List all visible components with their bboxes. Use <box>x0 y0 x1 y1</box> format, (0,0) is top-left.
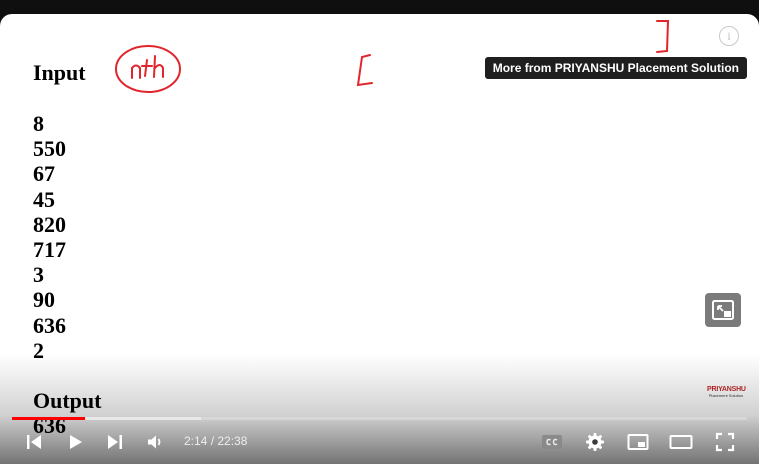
settings-button[interactable] <box>579 426 611 458</box>
list-item: 90 <box>33 287 55 313</box>
nth-annotation <box>115 45 181 93</box>
settings-icon <box>586 433 604 451</box>
fullscreen-icon <box>715 432 735 452</box>
list-item: 550 <box>33 136 66 162</box>
captions-button[interactable] <box>536 426 568 458</box>
channel-name: PRIYANSHU <box>707 386 746 393</box>
theater-icon <box>669 435 693 449</box>
next-icon <box>108 435 122 449</box>
more-from-channel-card[interactable]: More from PRIYANSHU Placement Solution <box>484 57 747 79</box>
miniplayer-button[interactable] <box>622 426 654 458</box>
mute-button[interactable] <box>139 426 171 458</box>
open-bracket-annotation <box>356 54 373 87</box>
list-item: 636 <box>33 312 66 338</box>
played-bar <box>12 417 85 420</box>
list-item: 8 <box>33 111 44 136</box>
output-heading: Output <box>33 388 102 413</box>
expand-icon <box>712 300 734 320</box>
time-display: 2:14 / 22:38 <box>184 434 248 448</box>
play-icon <box>70 435 82 449</box>
video-player[interactable]: Input 8 550 67 45 820 717 3 90 636 2 Out… <box>0 14 759 464</box>
input-number-list: 8 550 67 45 820 717 3 90 636 2 <box>33 111 66 363</box>
list-item: 2 <box>33 337 44 363</box>
miniplayer-icon <box>627 434 649 450</box>
fullscreen-button[interactable] <box>709 426 741 458</box>
list-item: 717 <box>33 237 66 263</box>
channel-subtitle: Placement Solution <box>708 393 744 398</box>
play-button[interactable] <box>59 426 91 458</box>
list-item: 45 <box>33 186 55 212</box>
player-controls: 2:14 / 22:38 <box>0 426 759 462</box>
input-heading: Input <box>33 60 86 85</box>
theater-mode-button[interactable] <box>665 426 697 458</box>
close-bracket-annotation <box>656 20 670 53</box>
list-item: 3 <box>33 262 44 288</box>
list-item: 820 <box>33 211 66 237</box>
expand-miniplayer-button[interactable] <box>705 293 741 327</box>
previous-button[interactable] <box>18 426 50 458</box>
channel-watermark[interactable]: PRIYANSHU Placement Solution <box>707 378 746 408</box>
captions-icon <box>542 435 562 449</box>
next-button[interactable] <box>99 426 131 458</box>
progress-bar[interactable] <box>12 417 747 420</box>
previous-icon <box>27 435 41 449</box>
info-icon[interactable]: i <box>719 26 739 46</box>
list-item: 67 <box>33 161 55 187</box>
volume-icon <box>148 435 161 449</box>
